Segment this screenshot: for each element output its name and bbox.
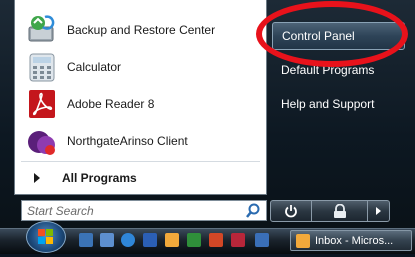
powerpoint-icon[interactable] <box>209 233 223 247</box>
switch-windows-icon[interactable] <box>100 233 114 247</box>
all-programs-label: All Programs <box>62 171 137 185</box>
all-programs-button[interactable]: All Programs <box>15 165 266 191</box>
lock-button[interactable] <box>312 200 368 222</box>
taskbar-button-inbox[interactable]: Inbox - Micros... <box>290 230 412 251</box>
start-search-box[interactable] <box>21 200 267 221</box>
shutdown-options-button[interactable] <box>368 200 390 222</box>
menu-item-label: Calculator <box>67 60 122 74</box>
backup-restore-icon <box>25 13 59 47</box>
arrow-right-icon <box>34 173 40 183</box>
help-and-support-item[interactable]: Help and Support <box>272 91 410 117</box>
menu-divider <box>21 161 260 162</box>
windows-orb-icon[interactable] <box>26 221 66 253</box>
power-button[interactable] <box>270 200 312 222</box>
word-icon[interactable] <box>143 233 157 247</box>
arrow-right-icon <box>376 207 381 215</box>
northgate-client-icon <box>25 124 59 158</box>
highlight-ellipse <box>256 1 408 67</box>
show-desktop-icon[interactable] <box>79 233 93 247</box>
adobe-reader-icon <box>25 87 59 121</box>
menu-item-backup-restore[interactable]: Backup and Restore Center <box>15 12 266 48</box>
help-and-support-label: Help and Support <box>281 97 375 111</box>
start-search-input[interactable] <box>22 200 244 221</box>
menu-item-adobe-reader[interactable]: Adobe Reader 8 <box>15 86 266 122</box>
lock-icon <box>333 204 346 218</box>
outlook-icon <box>296 233 310 248</box>
menu-item-label: Adobe Reader 8 <box>67 97 155 111</box>
internet-explorer-icon[interactable] <box>121 233 135 247</box>
power-icon <box>285 205 297 218</box>
taskbar-button-label: Inbox - Micros... <box>315 234 394 247</box>
remote-desktop-icon[interactable] <box>255 233 269 247</box>
power-button-group <box>270 200 390 222</box>
search-icon[interactable] <box>244 202 262 220</box>
excel-icon[interactable] <box>187 233 201 247</box>
menu-item-label: Backup and Restore Center <box>67 23 216 37</box>
start-menu-left-pane: Backup and Restore Center Calculator Ado… <box>14 0 267 195</box>
menu-item-calculator[interactable]: Calculator <box>15 49 266 85</box>
outlook-icon[interactable] <box>165 233 179 247</box>
access-icon[interactable] <box>231 233 245 247</box>
calculator-icon <box>25 50 59 84</box>
menu-item-label: NorthgateArinso Client <box>67 134 188 148</box>
menu-item-northgate-client[interactable]: NorthgateArinso Client <box>15 123 266 159</box>
